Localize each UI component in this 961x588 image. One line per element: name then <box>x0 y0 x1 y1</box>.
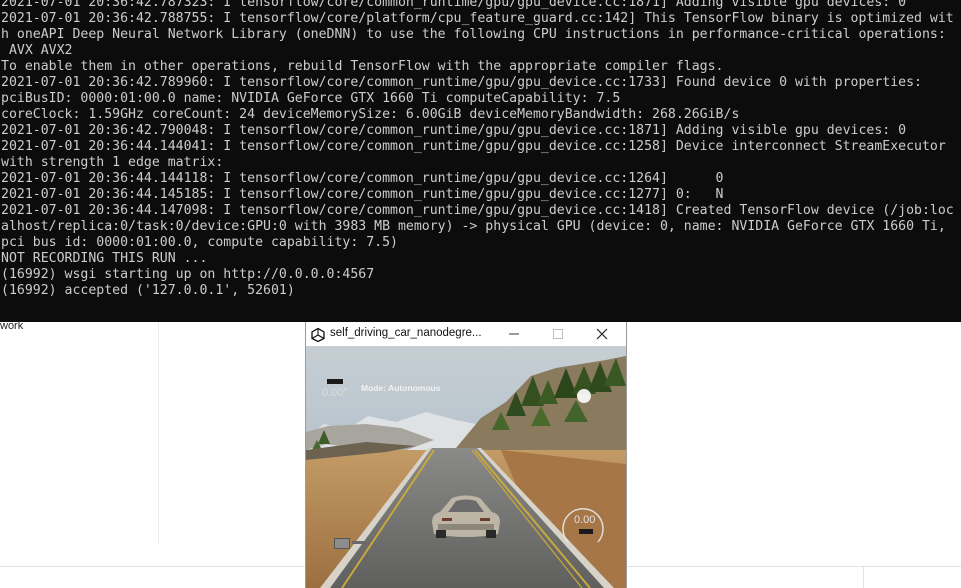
terminal-output: 2021-07-01 20:36:42.787323: I tensorflow… <box>1 0 954 299</box>
terminal-line: 2021-07-01 20:36:44.145185: I tensorflow… <box>1 187 724 202</box>
close-icon <box>596 328 608 340</box>
terminal-line: NOT RECORDING THIS RUN ... <box>1 251 208 266</box>
terminal-line: pciBusID: 0000:01:00.0 name: NVIDIA GeFo… <box>1 91 621 106</box>
terminal-line: To enable them in other operations, rebu… <box>1 59 724 74</box>
game-viewport[interactable]: Mode: Autonomous 0.00° 0.00 <box>306 346 626 588</box>
speed-unit-label <box>579 529 593 534</box>
background-right-divider <box>863 567 864 588</box>
terminal-line: 2021-07-01 20:36:44.144041: I tensorflow… <box>1 139 946 154</box>
driving-mode-label: Mode: Autonomous <box>361 383 441 393</box>
close-button[interactable] <box>580 322 624 346</box>
speed-readout: 0.00 <box>574 514 596 526</box>
steering-angle-readout: 0.00° <box>322 387 348 399</box>
terminal-line: alhost/replica:0/task:0/device:GPU:0 wit… <box>1 219 946 234</box>
terminal-line: 2021-07-01 20:36:42.787323: I tensorflow… <box>1 0 907 10</box>
minimize-button[interactable] <box>492 322 536 346</box>
terminal-line: pci bus id: 0000:01:00.0, compute capabi… <box>1 235 398 250</box>
terminal-line: 2021-07-01 20:36:42.789960: I tensorflow… <box>1 75 922 90</box>
maximize-icon <box>553 329 563 339</box>
background-partial-label: work <box>0 320 24 332</box>
sun <box>577 389 591 403</box>
terminal-line: 2021-07-01 20:36:44.144118: I tensorflow… <box>1 171 724 186</box>
terminal-line: 2021-07-01 20:36:44.147098: I tensorflow… <box>1 203 954 218</box>
driving-scene <box>306 346 626 588</box>
unity-logo-icon <box>311 327 325 343</box>
terminal-window[interactable]: 2021-07-01 20:36:42.787323: I tensorflow… <box>0 0 961 322</box>
maximize-button[interactable] <box>536 322 580 346</box>
terminal-line: coreClock: 1.59GHz coreCount: 24 deviceM… <box>1 107 740 122</box>
record-button[interactable] <box>334 538 350 549</box>
terminal-line: 2021-07-01 20:36:42.788755: I tensorflow… <box>1 11 954 26</box>
terminal-line: (16992) accepted ('127.0.0.1', 52601) <box>1 283 295 298</box>
window-title: self_driving_car_nanodegre... <box>330 327 482 339</box>
terminal-line: with strength 1 edge matrix: <box>1 155 224 170</box>
minimize-icon <box>509 333 519 335</box>
terminal-line: AVX AVX2 <box>1 43 73 58</box>
window-titlebar[interactable]: self_driving_car_nanodegre... <box>306 322 626 346</box>
record-label <box>352 541 366 544</box>
unity-simulator-window[interactable]: self_driving_car_nanodegre... Mode: Auto… <box>305 322 627 588</box>
terminal-line: (16992) wsgi starting up on http://0.0.0… <box>1 267 375 282</box>
background-divider <box>158 322 159 544</box>
terminal-line: h oneAPI Deep Neural Network Library (on… <box>1 27 946 42</box>
terminal-line: 2021-07-01 20:36:42.790048: I tensorflow… <box>1 123 907 138</box>
